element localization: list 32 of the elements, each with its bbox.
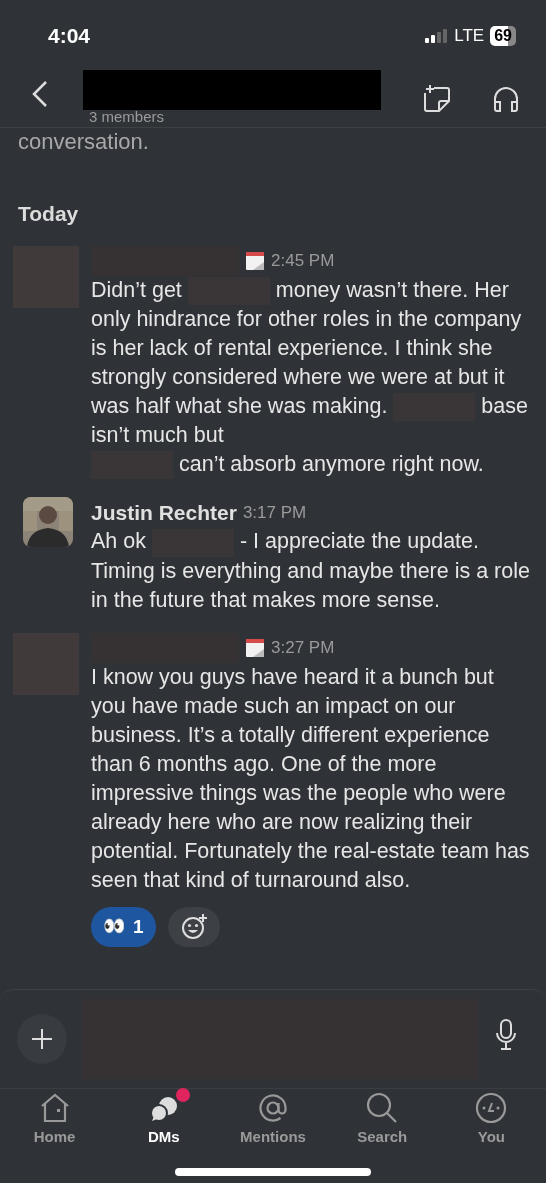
sender-name: Justin Rechter — [91, 499, 237, 526]
plus-icon — [31, 1028, 53, 1050]
battery-indicator: 69 — [490, 26, 516, 46]
intro-text: conversation. — [17, 128, 150, 156]
emoji-add-icon — [179, 912, 208, 941]
tab-item[interactable]: Mentions — [218, 1092, 328, 1160]
tab-item[interactable]: DMs — [109, 1092, 219, 1160]
message-text: Ah ok - I appreciate the update. Timing is everything and maybe there is a role in the future that makes more sense. — [91, 527, 531, 614]
add-reaction-button[interactable] — [167, 906, 220, 947]
search-icon — [366, 1092, 399, 1124]
tab-item[interactable]: You — [436, 1092, 546, 1160]
new-canvas-icon[interactable] — [422, 84, 452, 114]
add-button[interactable] — [17, 1014, 67, 1064]
profile-icon — [475, 1092, 508, 1124]
message-time: 3:17 PM — [242, 501, 307, 524]
microphone-icon[interactable] — [495, 1018, 517, 1052]
reaction-button[interactable]: 👀 1 — [91, 906, 156, 947]
back-icon[interactable] — [31, 80, 49, 108]
status-time: 4:04 — [48, 23, 91, 50]
day-divider: Today — [17, 201, 80, 227]
headphones-icon[interactable] — [492, 85, 520, 113]
avatar — [23, 497, 73, 548]
at-sign-icon — [257, 1092, 289, 1124]
tab-item[interactable]: Home — [0, 1092, 110, 1160]
member-count: 3 members — [88, 110, 166, 124]
message-time: 3:27 PM — [271, 637, 335, 660]
tab-item[interactable]: Search — [327, 1092, 437, 1160]
message-text: Didn’t get money wasn’t there. Her only hindrance for other roles in the company is her lack of rental experience. I think she strongly considered where we were at but it was half what she was making. base isn’t much but can’t absorb anymore right now. — [91, 275, 531, 480]
network-label: LTE — [454, 25, 485, 48]
signal-icon — [424, 29, 449, 43]
message-text: I know you guys have heard it a bunch but you have made such an impact on our business. It’s a totally different experience than 6 months ago. One of the more impressive things was the people who were already here who are now realizing their potential. Fortunately the real-estate team has seen that kind of turnaround also. — [91, 663, 531, 894]
message-time: 2:45 PM — [271, 249, 335, 272]
